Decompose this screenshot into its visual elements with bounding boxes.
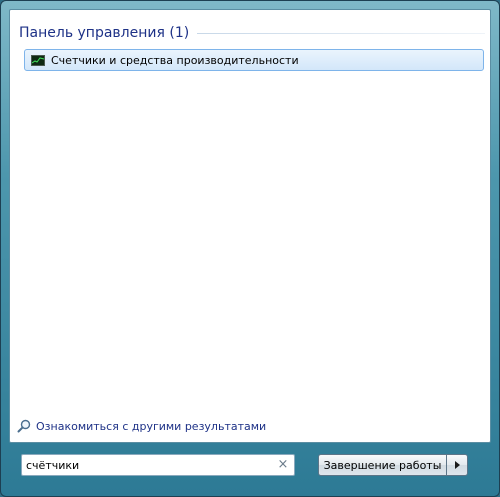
arrow-right-icon	[454, 461, 460, 469]
start-menu-frame: Панель управления (1) Счетчики и средств…	[0, 0, 500, 497]
result-item-label: Счетчики и средства производительности	[51, 53, 299, 67]
shutdown-options-button[interactable]	[446, 454, 468, 476]
see-more-results-label: Ознакомиться с другими результатами	[36, 419, 267, 433]
shutdown-label: Завершение работы	[323, 458, 442, 472]
shutdown-button[interactable]: Завершение работы	[318, 454, 446, 476]
performance-monitor-icon	[31, 54, 45, 66]
result-item-performance[interactable]: Счетчики и средства производительности	[24, 49, 484, 71]
search-input[interactable]	[26, 458, 276, 472]
search-box[interactable]: ×	[21, 454, 295, 476]
clear-search-icon[interactable]: ×	[276, 458, 290, 472]
result-group-header[interactable]: Панель управления (1)	[19, 25, 485, 41]
search-results-panel: Панель управления (1) Счетчики и средств…	[9, 9, 491, 443]
result-group-title: Панель управления (1)	[19, 25, 190, 41]
magnifier-icon	[17, 419, 31, 433]
group-divider	[197, 32, 485, 34]
see-more-results-link[interactable]: Ознакомиться с другими результатами	[17, 419, 266, 433]
